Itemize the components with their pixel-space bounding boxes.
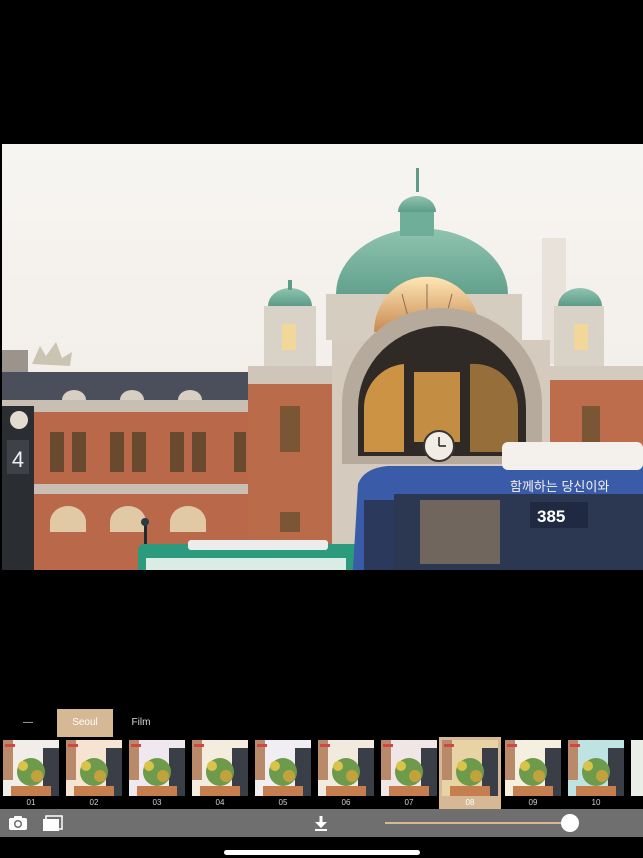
filter-thumbnail-04[interactable]: 04 <box>189 737 251 809</box>
thumbnail-label: 10 <box>591 798 601 807</box>
home-indicator <box>224 850 420 855</box>
download-icon[interactable] <box>312 814 332 832</box>
tab-none[interactable]: — <box>10 709 46 737</box>
filter-thumbnail-08[interactable]: 08 <box>439 737 501 809</box>
bottom-toolbar <box>0 809 643 837</box>
station-photo: 4 함께하는 당신이와 385 <box>2 144 643 570</box>
tab-seoul[interactable]: Seoul <box>57 709 113 737</box>
photo-library-icon[interactable] <box>42 814 63 832</box>
thumbnail-label: 01 <box>26 798 36 807</box>
filter-thumbnail-partial[interactable] <box>628 737 643 809</box>
thumbnail-image <box>568 740 624 796</box>
stop-number: 4 <box>12 447 24 472</box>
thumbnail-label: 07 <box>404 798 414 807</box>
thumbnail-image <box>318 740 374 796</box>
filter-thumbnail-02[interactable]: 02 <box>63 737 125 809</box>
photo-preview: 4 함께하는 당신이와 385 <box>2 144 643 570</box>
thumbnail-label: 03 <box>152 798 162 807</box>
filter-thumbnail-01[interactable]: 01 <box>0 737 62 809</box>
thumbnail-image <box>505 740 561 796</box>
slider-track <box>385 822 570 824</box>
thumbnail-label: 02 <box>89 798 99 807</box>
thumbnail-image <box>129 740 185 796</box>
intensity-slider[interactable] <box>385 813 580 833</box>
thumbnail-label: 08 <box>465 798 475 807</box>
thumbnail-label: 05 <box>278 798 288 807</box>
thumbnail-label: 06 <box>341 798 351 807</box>
thumbnail-label: 04 <box>215 798 225 807</box>
thumbnail-image <box>442 740 498 796</box>
filter-category-tabs: — Seoul Film <box>0 709 643 737</box>
thumbnail-image <box>66 740 122 796</box>
thumbnail-image <box>381 740 437 796</box>
thumbnail-image <box>3 740 59 796</box>
bus-number: 385 <box>537 507 565 526</box>
slider-knob[interactable] <box>561 814 579 832</box>
filter-thumbnail-strip[interactable]: 01 02 03 04 05 06 07 08 09 10 <box>0 737 643 809</box>
filter-thumbnail-09[interactable]: 09 <box>502 737 564 809</box>
filter-thumbnail-05[interactable]: 05 <box>252 737 314 809</box>
camera-icon[interactable] <box>8 814 28 832</box>
filter-thumbnail-06[interactable]: 06 <box>315 737 377 809</box>
thumbnail-image <box>631 740 643 796</box>
tab-film[interactable]: Film <box>118 709 164 737</box>
thumbnail-label: 09 <box>528 798 538 807</box>
filter-thumbnail-03[interactable]: 03 <box>126 737 188 809</box>
filter-thumbnail-10[interactable]: 10 <box>565 737 627 809</box>
thumbnail-image <box>255 740 311 796</box>
bus-sign-text: 함께하는 당신이와 <box>510 479 609 494</box>
thumbnail-image <box>192 740 248 796</box>
filter-thumbnail-07[interactable]: 07 <box>378 737 440 809</box>
